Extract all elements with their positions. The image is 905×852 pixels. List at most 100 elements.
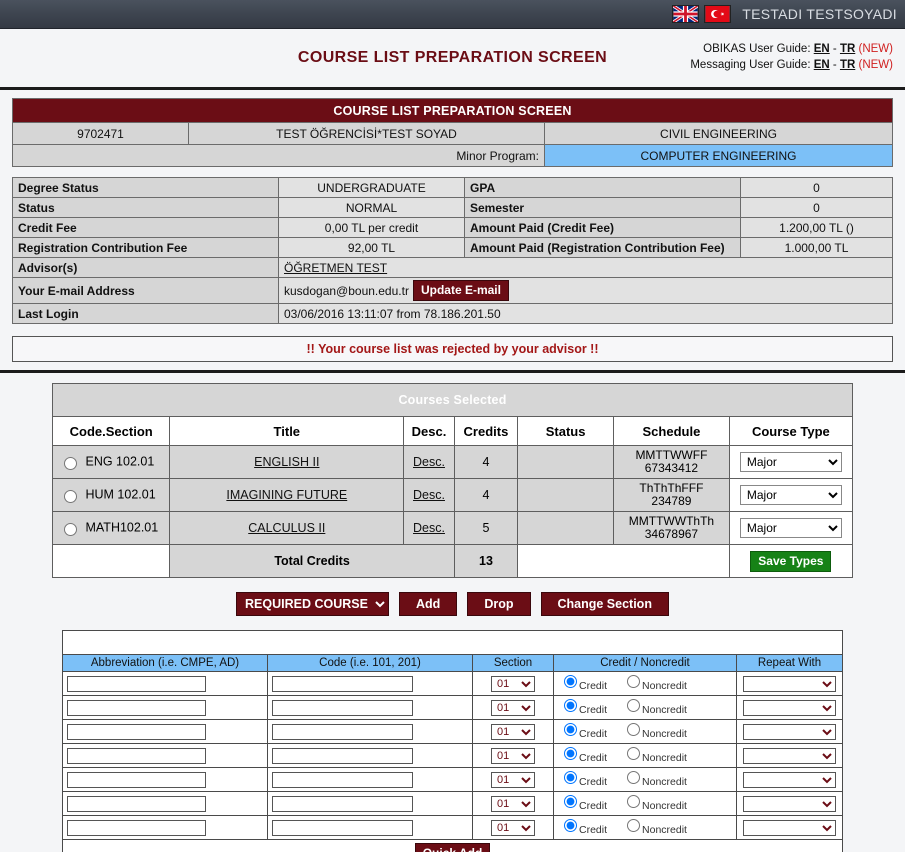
qa-noncredit-radio[interactable]	[627, 723, 641, 736]
course-desc-link[interactable]: Desc.	[413, 488, 445, 502]
drop-button[interactable]: Drop	[467, 592, 531, 616]
course-title-link[interactable]: IMAGINING FUTURE	[226, 488, 347, 502]
update-email-button[interactable]: Update E-mail	[412, 280, 509, 301]
turkey-flag[interactable]	[704, 5, 732, 23]
qa-credit-radio[interactable]	[564, 723, 577, 736]
quick-add-title: Quick Add Menu (multiple adding is possi…	[62, 630, 843, 655]
qa-noncredit-radio[interactable]	[627, 675, 641, 688]
messaging-guide-en-link[interactable]: EN	[814, 59, 830, 71]
course-select-radio[interactable]	[64, 490, 77, 503]
qa-credit-noncredit-cell: Credit Noncredit	[553, 767, 737, 792]
qa-abbrev-input[interactable]	[67, 819, 206, 836]
quick-add-title-row: Quick Add Menu (multiple adding is possi…	[62, 630, 843, 655]
qa-credit-radio[interactable]	[564, 747, 577, 760]
course-type-select[interactable]: Major	[739, 485, 842, 505]
qa-code-input[interactable]	[272, 723, 413, 740]
quick-add-row: 01 Credit Noncredit	[62, 671, 843, 696]
qa-section-select[interactable]: 01	[491, 747, 535, 764]
qa-credit-radio[interactable]	[564, 771, 577, 784]
qa-section-select[interactable]: 01	[491, 699, 535, 716]
course-select-radio[interactable]	[64, 523, 77, 536]
qa-repeat-select[interactable]	[743, 795, 836, 812]
course-type-select[interactable]: Major	[739, 452, 842, 472]
uk-flag[interactable]	[672, 5, 700, 23]
course-type-select[interactable]: Major	[739, 518, 842, 538]
qa-credit-radio[interactable]	[564, 795, 577, 808]
messaging-guide-sep: -	[832, 59, 837, 71]
quick-add-block: Quick Add Menu (multiple adding is possi…	[62, 630, 843, 852]
qa-code-input[interactable]	[272, 795, 413, 812]
qa-repeat-select[interactable]	[743, 819, 836, 836]
qa-noncredit-radio[interactable]	[627, 819, 641, 832]
add-button[interactable]: Add	[399, 592, 458, 616]
courses-header-row: Code.Section Title Desc. Credits Status …	[51, 416, 854, 446]
qa-credit-radio[interactable]	[564, 699, 577, 712]
change-section-button[interactable]: Change Section	[540, 592, 669, 616]
qa-abbrev-input[interactable]	[67, 675, 206, 692]
qa-noncredit-radio[interactable]	[627, 771, 641, 784]
qa-noncredit-radio[interactable]	[627, 699, 641, 712]
course-schedule: MMTTWWThTh 34678967	[613, 511, 730, 545]
qa-abbrev-input[interactable]	[67, 795, 206, 812]
qa-abbrev-input[interactable]	[67, 699, 206, 716]
advisor-label: Advisor(s)	[12, 257, 279, 278]
qa-repeat-select[interactable]	[743, 723, 836, 740]
messaging-guide-tr-link[interactable]: TR	[840, 59, 855, 71]
reg-contrib-value: 92,00 TL	[278, 237, 465, 258]
qa-repeat-select[interactable]	[743, 699, 836, 716]
qa-code-input[interactable]	[272, 699, 413, 716]
quick-add-table: Quick Add Menu (multiple adding is possi…	[62, 630, 843, 852]
student-info-block: Degree Status UNDERGRADUATE GPA 0 Status…	[12, 177, 893, 324]
qa-credit-radio[interactable]	[564, 819, 577, 832]
course-title-link[interactable]: CALCULUS II	[248, 521, 325, 535]
quick-add-button[interactable]: Quick Add	[414, 843, 491, 852]
qa-abbrev-input[interactable]	[67, 771, 206, 788]
qa-abbrev-input[interactable]	[67, 723, 206, 740]
qa-section-select[interactable]: 01	[491, 771, 535, 788]
rejection-alert: !! Your course list was rejected by your…	[12, 336, 893, 362]
qa-abbrev-cell	[62, 791, 268, 816]
last-login-value: 03/06/2016 13:11:07 from 78.186.201.50	[278, 303, 893, 324]
qa-abbrev-cell	[62, 719, 268, 744]
id-banner-row: COURSE LIST PREPARATION SCREEN	[12, 98, 893, 123]
qa-repeat-select[interactable]	[743, 747, 836, 764]
course-actions-row: REQUIRED COURSE Add Drop Change Section	[0, 592, 905, 616]
course-select-radio[interactable]	[64, 457, 77, 470]
qa-abbrev-input[interactable]	[67, 747, 206, 764]
table-row: ENG 102.01 ENGLISH II Desc. 4 MMTTWWFF 6…	[51, 445, 854, 479]
quick-add-row: 01 Credit Noncredit	[62, 791, 843, 816]
course-desc-cell: Desc.	[403, 478, 455, 512]
course-title-cell: ENGLISH II	[169, 445, 405, 479]
qa-repeat-cell	[736, 719, 843, 744]
course-desc-link[interactable]: Desc.	[413, 455, 445, 469]
obikas-guide-en-link[interactable]: EN	[814, 43, 830, 55]
qa-section-select[interactable]: 01	[491, 819, 535, 836]
qa-section-select[interactable]: 01	[491, 723, 535, 740]
header-zone: COURSE LIST PREPARATION SCREEN OBIKAS Us…	[0, 29, 905, 90]
quick-add-footer-cell: Quick Add	[62, 839, 843, 852]
advisor-link[interactable]: ÖĞRETMEN TEST	[284, 261, 387, 275]
save-types-button[interactable]: Save Types	[750, 550, 832, 572]
course-title-link[interactable]: ENGLISH II	[254, 455, 319, 469]
qa-repeat-select[interactable]	[743, 675, 836, 692]
qa-section-select[interactable]: 01	[491, 675, 535, 692]
qa-credit-radio[interactable]	[564, 675, 577, 688]
qa-col-repeat-with: Repeat With	[736, 654, 843, 672]
course-desc-link[interactable]: Desc.	[413, 521, 445, 535]
qa-abbrev-cell	[62, 815, 268, 840]
total-blank-left	[51, 544, 171, 578]
qa-code-input[interactable]	[272, 747, 413, 764]
qa-noncredit-radio[interactable]	[627, 795, 641, 808]
course-type-cell: Major	[728, 478, 854, 512]
qa-code-input[interactable]	[272, 771, 413, 788]
qa-code-input[interactable]	[272, 675, 413, 692]
qa-credit-label: Credit	[579, 752, 608, 764]
obikas-guide-label: OBIKAS User Guide:	[703, 43, 811, 55]
qa-section-select[interactable]: 01	[491, 795, 535, 812]
course-kind-select[interactable]: REQUIRED COURSE	[236, 592, 390, 616]
qa-noncredit-radio[interactable]	[627, 747, 641, 760]
col-schedule: Schedule	[613, 416, 730, 446]
obikas-guide-tr-link[interactable]: TR	[840, 43, 855, 55]
qa-repeat-select[interactable]	[743, 771, 836, 788]
qa-code-input[interactable]	[272, 819, 413, 836]
